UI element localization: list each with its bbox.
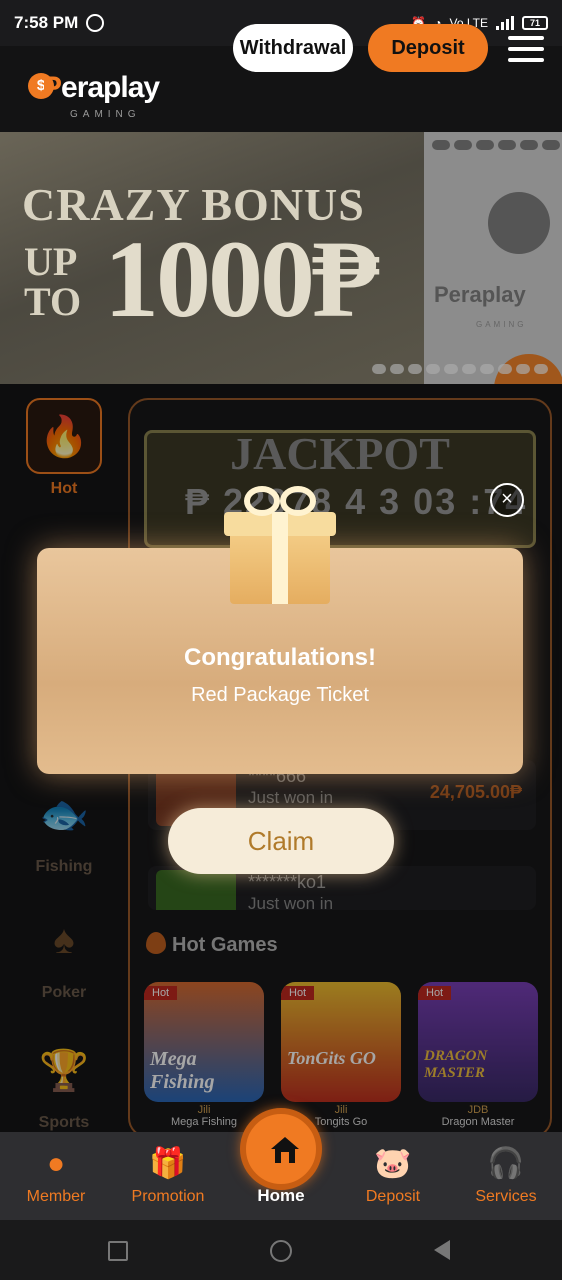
deposit-button[interactable]: Deposit: [368, 24, 488, 72]
nav-label: Services: [475, 1188, 537, 1205]
gift-box-icon: [224, 486, 336, 604]
signal-icon: [496, 16, 514, 30]
nav-label: Member: [26, 1188, 86, 1205]
nav-home[interactable]: [240, 1108, 322, 1190]
banner-side-logo-sub: GAMING: [476, 320, 527, 329]
withdrawal-button[interactable]: Withdrawal: [233, 24, 353, 72]
battery-icon: 71: [522, 16, 548, 30]
claim-button[interactable]: Claim: [168, 808, 394, 874]
recent-apps-icon[interactable]: [108, 1241, 128, 1261]
back-icon[interactable]: [434, 1240, 450, 1260]
promo-banner[interactable]: CRAZY BONUS UP TO 1000₱ Peraplay GAMING: [0, 132, 562, 384]
system-home-icon[interactable]: [270, 1240, 292, 1262]
banner-amount: 1000₱: [104, 218, 379, 340]
nav-label-home[interactable]: Home: [240, 1186, 322, 1206]
brand-name: Peraplay: [42, 71, 160, 104]
nav-label: Deposit: [365, 1188, 421, 1205]
nav-promotion[interactable]: 🎁 Promotion: [112, 1144, 224, 1206]
banner-side-logo: Peraplay: [434, 282, 526, 307]
house-icon: [271, 1137, 299, 1163]
nav-deposit[interactable]: 🐷 Deposit: [337, 1144, 449, 1206]
carousel-indicator[interactable]: [372, 364, 548, 374]
nav-label: Promotion: [131, 1188, 205, 1205]
messenger-icon: [86, 14, 105, 32]
brand-subtitle: GAMING: [70, 109, 141, 120]
nav-services[interactable]: 🎧 Services: [450, 1144, 562, 1206]
banner-side-panel: [424, 132, 562, 384]
peraplay-logo[interactable]: $ Peraplay GAMING: [14, 59, 174, 120]
menu-icon[interactable]: [508, 36, 544, 62]
nav-member[interactable]: ● Member: [0, 1144, 112, 1206]
gift-icon: 🎁: [149, 1147, 187, 1180]
system-navigation-bar: [0, 1220, 562, 1280]
piggy-bank-icon: 🐷: [374, 1147, 412, 1180]
popup-subtitle: Red Package Ticket: [191, 684, 369, 706]
banner-logo-shape: [488, 192, 550, 254]
banner-upto: UP TO: [24, 239, 82, 324]
status-time: 7:58 PM: [14, 13, 79, 32]
banner-top-decoration: [432, 140, 560, 150]
headset-icon: 🎧: [487, 1147, 525, 1180]
close-icon[interactable]: ×: [490, 483, 524, 517]
person-icon: ●: [46, 1147, 66, 1180]
popup-title: Congratulations!: [184, 644, 376, 671]
